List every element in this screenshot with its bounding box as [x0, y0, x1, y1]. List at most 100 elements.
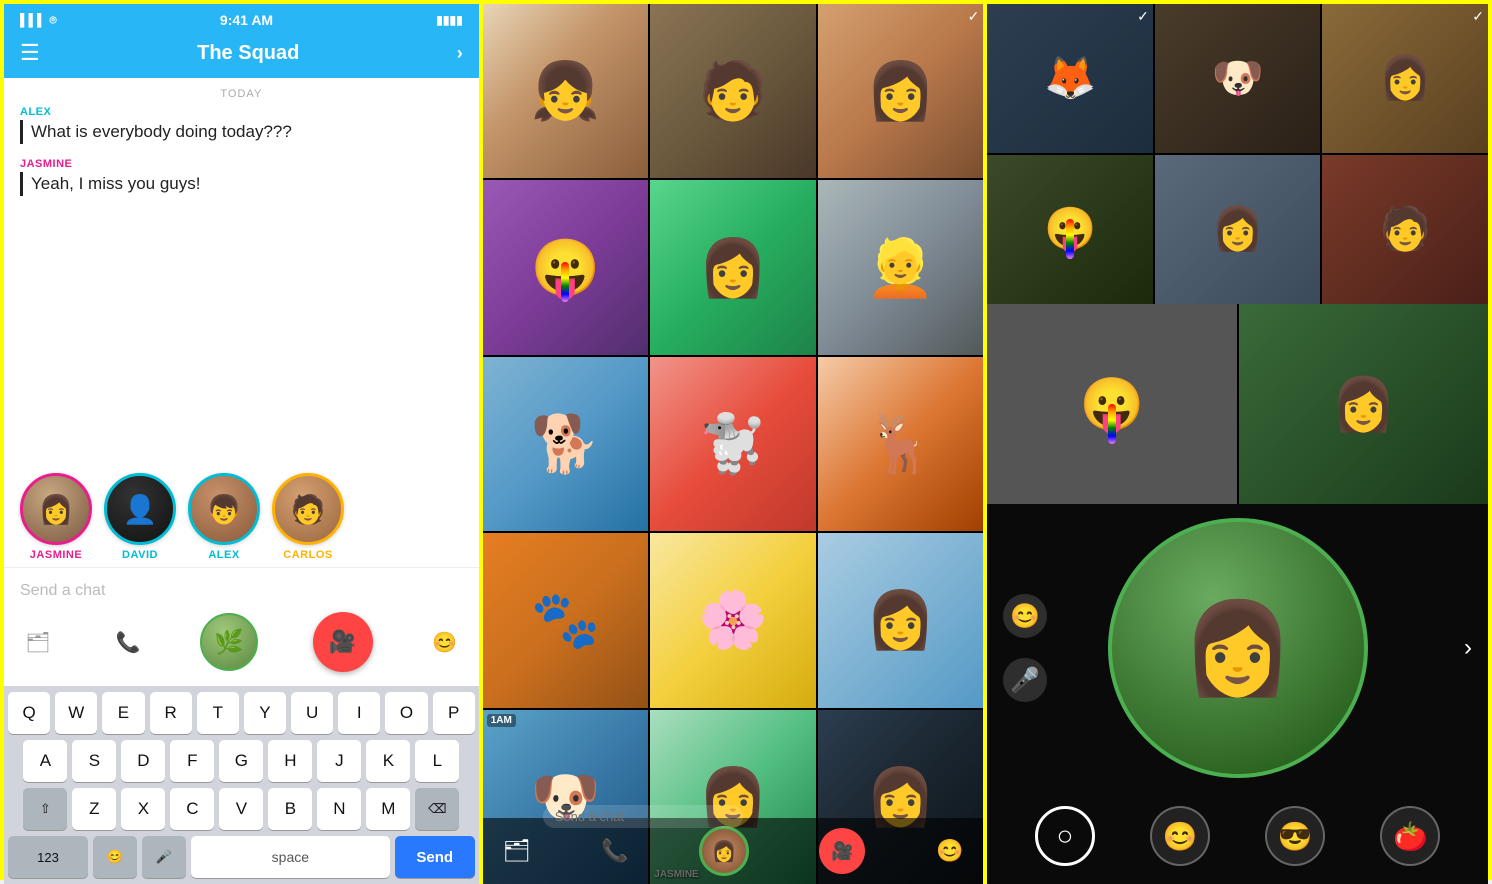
tomato-button[interactable]: 🍅 [1380, 806, 1440, 866]
call-cell-5[interactable]: 👩 [1155, 155, 1321, 304]
end-call-button[interactable]: ○ [1035, 806, 1095, 866]
key-o[interactable]: O [385, 692, 427, 734]
key-a[interactable]: A [23, 740, 67, 782]
key-j[interactable]: J [317, 740, 361, 782]
video-cell-1[interactable]: 👧 [483, 4, 649, 178]
rainbow-effect-4 [561, 262, 569, 302]
key-r[interactable]: R [150, 692, 192, 734]
video-cell-11[interactable]: 🌸 [650, 533, 816, 707]
check-icon-3: ✓ [968, 8, 980, 25]
key-z[interactable]: Z [72, 788, 116, 830]
chat-placeholder[interactable]: Send a chat [20, 576, 463, 606]
emoji-keyboard-icon[interactable]: 😊 [93, 836, 137, 878]
key-b[interactable]: B [268, 788, 312, 830]
avatar-alex[interactable]: 👦 ALEX [188, 473, 260, 561]
emoji-icon[interactable]: 😊 [427, 624, 463, 660]
call-cell-7[interactable]: 😛 [987, 304, 1236, 504]
menu-icon[interactable]: ☰ [20, 40, 40, 66]
check-top-3: ✓ [1472, 8, 1484, 25]
call-cell-4[interactable]: 😛 [987, 155, 1153, 304]
video-cell-8[interactable]: 🐩 [650, 357, 816, 531]
video-avatar[interactable]: 🌿 [200, 613, 258, 671]
send-key[interactable]: Send [395, 836, 475, 878]
header-chevron-icon[interactable]: › [457, 43, 463, 64]
key-e[interactable]: E [102, 692, 144, 734]
signal-icons: ▌▌▌ ⌾ [20, 13, 57, 28]
video-cell-3[interactable]: 👩 ✓ [818, 4, 984, 178]
key-k[interactable]: K [366, 740, 410, 782]
date-divider: TODAY [4, 78, 479, 106]
battery-icon: ▮▮▮▮ [436, 13, 462, 27]
key-m[interactable]: M [366, 788, 410, 830]
keyboard-row-3: ⇧ Z X C V B N M ⌫ [8, 788, 475, 830]
video-cell-2[interactable]: 🧑 [650, 4, 816, 178]
key-d[interactable]: D [121, 740, 165, 782]
emoji-bar-icon[interactable]: 😊 [936, 838, 963, 864]
phone-bar-icon[interactable]: 📞 [601, 838, 628, 864]
key-w[interactable]: W [55, 692, 97, 734]
face-filter-icon[interactable]: 😊 [1003, 594, 1047, 638]
avatar-jasmine[interactable]: 👩 JASMINE [20, 473, 92, 561]
video-cell-10[interactable]: 🐾 [483, 533, 649, 707]
key-i[interactable]: I [338, 692, 380, 734]
key-h[interactable]: H [268, 740, 312, 782]
top-video-grid: 🦊 ✓ 🐶 👩 ✓ 😛 👩 🧑 [987, 4, 1488, 304]
main-video-circle: 👩 [1108, 518, 1368, 778]
mid-video-grid: 😛 👩 [987, 304, 1488, 504]
key-s[interactable]: S [72, 740, 116, 782]
sticker-bar-icon[interactable]: 🗂 [503, 838, 531, 864]
key-f[interactable]: F [170, 740, 214, 782]
key-v[interactable]: V [219, 788, 263, 830]
key-p[interactable]: P [433, 692, 475, 734]
mic-key[interactable]: 🎤 [142, 836, 186, 878]
sunglasses-button[interactable]: 😎 [1265, 806, 1325, 866]
key-l[interactable]: L [415, 740, 459, 782]
video-call-panel: 🦊 ✓ 🐶 👩 ✓ 😛 👩 🧑 😛 👩 [987, 4, 1488, 884]
main-video-container: 😊 🎤 👩 › [987, 504, 1488, 792]
call-cell-6[interactable]: 🧑 [1322, 155, 1488, 304]
video-cell-4[interactable]: 😛 [483, 180, 649, 354]
sunglasses-icon: 😎 [1278, 820, 1313, 853]
right-chevron-icon[interactable]: › [1464, 634, 1472, 662]
key-q[interactable]: Q [8, 692, 50, 734]
video-call-button[interactable]: 🎥 [313, 612, 373, 672]
mic-icon[interactable]: 🎤 [1003, 658, 1047, 702]
video-icon: 🎥 [329, 629, 356, 655]
call-cell-8[interactable]: 👩 [1239, 304, 1488, 504]
key-n[interactable]: N [317, 788, 361, 830]
call-cell-2[interactable]: 🐶 [1155, 4, 1321, 153]
avatar-david[interactable]: 👤 DAVID [104, 473, 176, 561]
keyboard-row-4: 123 😊 🎤 space Send [8, 836, 475, 878]
shift-key[interactable]: ⇧ [23, 788, 67, 830]
video-bar-button[interactable]: 🎥 [819, 828, 865, 874]
caller-avatar[interactable]: 👩 [699, 826, 749, 876]
sender-name-alex: ALEX [20, 106, 463, 118]
avatar-label-carlos: CARLOS [283, 549, 332, 561]
chat-messages: ALEX What is everybody doing today??? JA… [4, 106, 479, 463]
key-x[interactable]: X [121, 788, 165, 830]
key-t[interactable]: T [197, 692, 239, 734]
video-cell-5[interactable]: 👩 [650, 180, 816, 354]
video-cell-9[interactable]: 🦌 [818, 357, 984, 531]
call-cell-1[interactable]: 🦊 ✓ [987, 4, 1153, 153]
num-key[interactable]: 123 [8, 836, 88, 878]
message-text-1: What is everybody doing today??? [20, 120, 463, 144]
video-cell-12[interactable]: 👩 [818, 533, 984, 707]
sticker-icon[interactable]: 🗂 [20, 624, 56, 660]
key-c[interactable]: C [170, 788, 214, 830]
video-cell-6[interactable]: 👱 [818, 180, 984, 354]
backspace-key[interactable]: ⌫ [415, 788, 459, 830]
call-face-2: 🐶 [1212, 54, 1264, 103]
person-face-11: 🌸 [698, 587, 768, 653]
avatar-carlos[interactable]: 🧑 CARLOS [272, 473, 344, 561]
send-chat-input[interactable] [543, 805, 743, 828]
space-key[interactable]: space [191, 836, 390, 878]
person-face-7: 🐕 [531, 411, 601, 477]
call-cell-3[interactable]: 👩 ✓ [1322, 4, 1488, 153]
phone-icon[interactable]: 📞 [110, 624, 146, 660]
face-effect-button[interactable]: 😊 [1150, 806, 1210, 866]
key-y[interactable]: Y [244, 692, 286, 734]
video-cell-7[interactable]: 🐕 [483, 357, 649, 531]
key-g[interactable]: G [219, 740, 263, 782]
key-u[interactable]: U [291, 692, 333, 734]
